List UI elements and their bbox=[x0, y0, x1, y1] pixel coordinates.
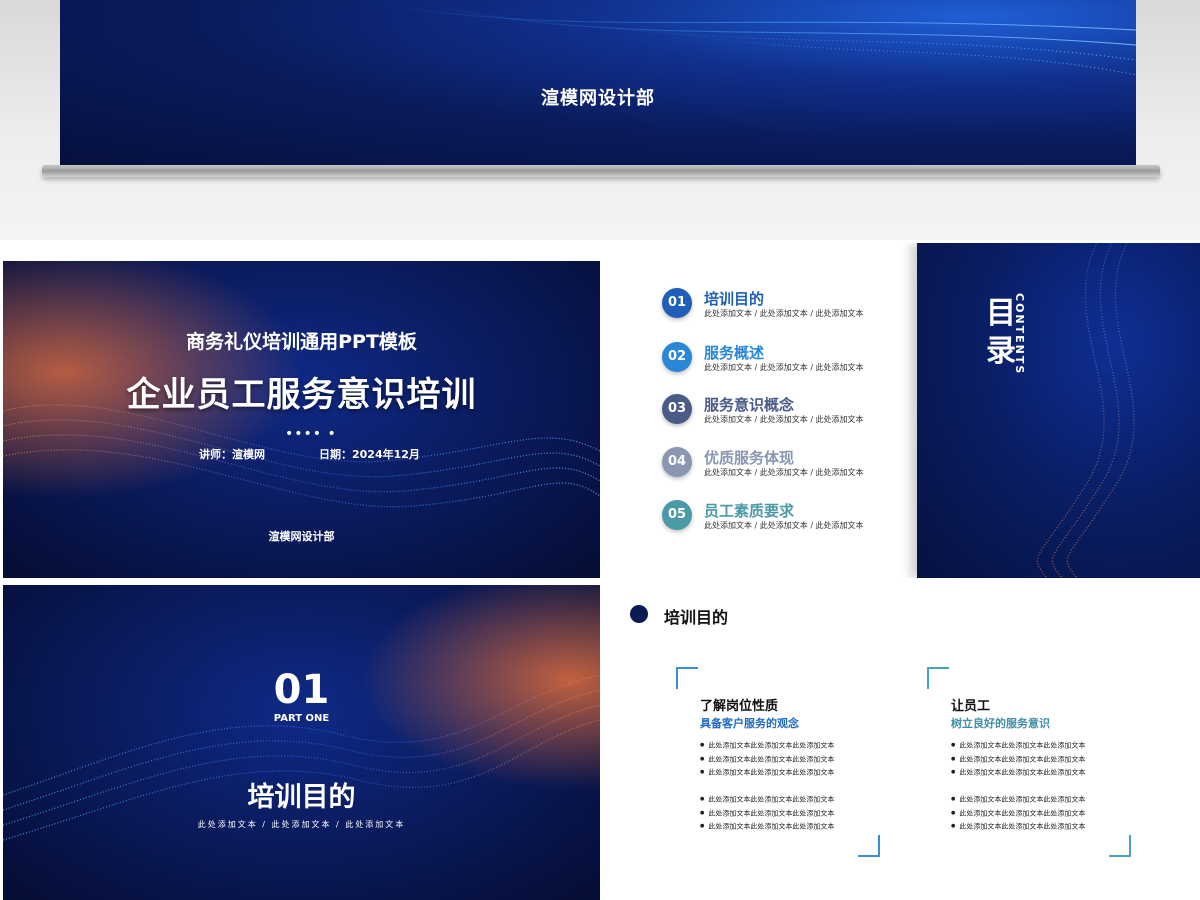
list-item: 此处添加文本此处添加文本此处添加文本 bbox=[700, 739, 834, 753]
toc-item-title: 服务概述 bbox=[704, 344, 765, 362]
toc-item-desc: 此处添加文本 / 此处添加文本 / 此处添加文本 bbox=[704, 309, 864, 318]
list-item: 此处添加文本此处添加文本此处添加文本 bbox=[951, 793, 1085, 807]
toc-number-badge: 02 bbox=[662, 342, 692, 372]
contents-panel: 目录 CONTENTS bbox=[917, 243, 1200, 578]
cover-title: 企业员工服务意识培训 bbox=[126, 375, 477, 415]
list-item: 此处添加文本此处添加文本此处添加文本 bbox=[951, 753, 1085, 767]
toc-number-badge: 04 bbox=[662, 447, 692, 477]
toc-number-badge: 03 bbox=[662, 394, 692, 424]
toc-item-title: 服务意识概念 bbox=[704, 396, 795, 414]
card-title: 了解岗位性质 bbox=[700, 699, 779, 714]
toc-item-desc: 此处添加文本 / 此处添加文本 / 此处添加文本 bbox=[704, 521, 864, 530]
card-title: 让员工 bbox=[951, 699, 991, 714]
toc-number-badge: 05 bbox=[662, 500, 692, 530]
section-number: 01 bbox=[273, 667, 330, 713]
section-title: 培训目的 bbox=[247, 782, 356, 813]
content-slide[interactable]: 培训目的 了解岗位性质 具备客户服务的观念 此处添加文本此处添加文本此处添加文本… bbox=[602, 585, 1200, 900]
section-wave-graphic bbox=[3, 585, 600, 900]
cover-dept: 渲模网设计部 bbox=[268, 530, 335, 543]
toc-item-desc: 此处添加文本 / 此处添加文本 / 此处添加文本 bbox=[704, 363, 864, 372]
card-subtitle: 具备客户服务的观念 bbox=[700, 717, 799, 730]
section-slide[interactable]: 01 PART ONE 培训目的 此处添加文本 / 此处添加文本 / 此处添加文… bbox=[3, 585, 600, 900]
card-corner-decor bbox=[858, 835, 880, 857]
list-item: 此处添加文本此处添加文本此处添加文本 bbox=[951, 807, 1085, 821]
content-card: 了解岗位性质 具备客户服务的观念 此处添加文本此处添加文本此处添加文本 此处添加… bbox=[676, 667, 880, 857]
toc-item-title: 优质服务体现 bbox=[704, 449, 795, 467]
list-item: 此处添加文本此处添加文本此处添加文本 bbox=[951, 739, 1085, 753]
list-item: 此处添加文本此处添加文本此处添加文本 bbox=[700, 753, 834, 767]
card-bullet-list: 此处添加文本此处添加文本此处添加文本 此处添加文本此处添加文本此处添加文本 此处… bbox=[951, 739, 1085, 780]
contents-heading-en: CONTENTS bbox=[1013, 293, 1026, 376]
list-item: 此处添加文本此处添加文本此处添加文本 bbox=[700, 807, 834, 821]
card-bullet-list: 此处添加文本此处添加文本此处添加文本 此处添加文本此处添加文本此处添加文本 此处… bbox=[951, 793, 1085, 834]
contents-wave-graphic bbox=[1036, 243, 1135, 578]
preview-dept-text: 渲模网设计部 bbox=[541, 88, 655, 109]
content-card: 让员工 树立良好的服务意识 此处添加文本此处添加文本此处添加文本 此处添加文本此… bbox=[927, 667, 1131, 857]
list-item: 此处添加文本此处添加文本此处添加文本 bbox=[951, 820, 1085, 834]
card-corner-decor bbox=[1109, 835, 1131, 857]
card-corner-decor bbox=[927, 667, 949, 689]
section-desc: 此处添加文本 / 此处添加文本 / 此处添加文本 bbox=[197, 820, 406, 829]
section-part-label: PART ONE bbox=[273, 713, 330, 724]
toc-slide[interactable]: 01 培训目的 此处添加文本 / 此处添加文本 / 此处添加文本 02 服务概述… bbox=[602, 243, 1200, 578]
toc-item-title: 培训目的 bbox=[704, 290, 765, 308]
cover-subtitle: 商务礼仪培训通用PPT模板 bbox=[186, 331, 417, 353]
card-bullet-list: 此处添加文本此处添加文本此处添加文本 此处添加文本此处添加文本此处添加文本 此处… bbox=[700, 739, 834, 780]
card-bullet-list: 此处添加文本此处添加文本此处添加文本 此处添加文本此处添加文本此处添加文本 此处… bbox=[700, 793, 834, 834]
toc-item-desc: 此处添加文本 / 此处添加文本 / 此处添加文本 bbox=[704, 468, 864, 477]
toc-item-title: 员工素质要求 bbox=[704, 502, 795, 520]
card-subtitle: 树立良好的服务意识 bbox=[951, 717, 1050, 730]
list-item: 此处添加文本此处添加文本此处添加文本 bbox=[951, 766, 1085, 780]
toc-number-badge: 01 bbox=[662, 288, 692, 318]
card-corner-decor bbox=[676, 667, 698, 689]
template-preview-page: 渲模网设计部 商务礼仪培训通用PPT模板 企业员工服务意识培训 •••• • 讲… bbox=[0, 0, 1200, 900]
list-item: 此处添加文本此处添加文本此处添加文本 bbox=[700, 820, 834, 834]
cover-slide[interactable]: 商务礼仪培训通用PPT模板 企业员工服务意识培训 •••• • 讲师：渲模网 日… bbox=[3, 261, 600, 578]
cover-date: 日期：2024年12月 bbox=[319, 448, 420, 461]
cover-lecturer: 讲师：渲模网 bbox=[199, 448, 265, 461]
particle-wave-graphic bbox=[359, 0, 1136, 76]
heading-bullet-icon bbox=[630, 605, 648, 623]
cover-dots: •••• • bbox=[285, 426, 337, 442]
list-item: 此处添加文本此处添加文本此处添加文本 bbox=[700, 766, 834, 780]
content-heading: 培训目的 bbox=[664, 608, 729, 627]
toc-item-desc: 此处添加文本 / 此处添加文本 / 此处添加文本 bbox=[704, 415, 864, 424]
projector-rail bbox=[42, 165, 1160, 177]
top-preview-band: 渲模网设计部 bbox=[0, 0, 1200, 240]
list-item: 此处添加文本此处添加文本此处添加文本 bbox=[700, 793, 834, 807]
preview-screen: 渲模网设计部 bbox=[60, 0, 1136, 165]
